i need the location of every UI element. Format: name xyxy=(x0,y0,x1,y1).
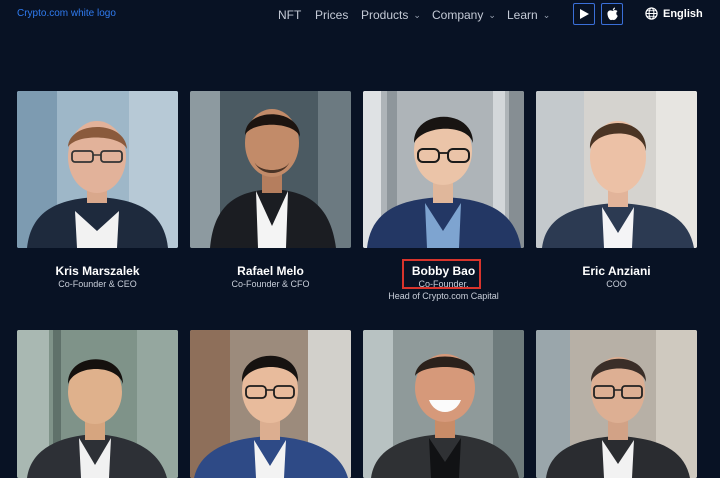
portrait-photo xyxy=(17,330,178,478)
nav-learn-label: Learn xyxy=(507,8,538,22)
portrait-photo xyxy=(190,91,351,248)
globe-icon xyxy=(645,7,658,20)
chevron-down-icon: ⌄ xyxy=(413,9,421,20)
portrait-photo xyxy=(536,91,697,248)
nav-products-label: Products xyxy=(361,8,409,22)
portrait-photo xyxy=(536,330,697,478)
nav-company-label: Company xyxy=(432,8,484,22)
portrait-photo xyxy=(363,91,524,248)
portrait-photo xyxy=(363,330,524,478)
member-name: Rafael Melo xyxy=(237,264,304,278)
nav-prices-label: Prices xyxy=(315,8,349,22)
google-play-button[interactable] xyxy=(573,3,595,25)
nav-prices[interactable]: Prices xyxy=(315,7,348,23)
apple-icon xyxy=(606,7,618,21)
language-label: English xyxy=(663,7,703,20)
portrait-photo xyxy=(190,330,351,478)
nav-nft[interactable]: NFT xyxy=(278,7,301,23)
member-role: Co-Founder & CFO xyxy=(231,279,310,289)
member-role-line-2: Head of Crypto.com Capital xyxy=(388,291,499,301)
member-name: Kris Marszalek xyxy=(55,264,140,278)
nav-company[interactable]: Company ⌄ xyxy=(432,7,496,23)
chevron-down-icon: ⌄ xyxy=(542,9,551,20)
member-role: COO xyxy=(606,279,627,289)
nav-learn[interactable]: Learn ⌄ xyxy=(507,7,550,23)
top-navigation-bar: Crypto.com white logo NFT Prices Product… xyxy=(0,0,720,30)
crypto-com-logo[interactable]: Crypto.com white logo xyxy=(17,8,116,19)
nav-nft-label: NFT xyxy=(278,8,302,22)
app-store-button[interactable] xyxy=(601,3,623,25)
highlight-box xyxy=(402,259,481,289)
member-name: Eric Anziani xyxy=(582,264,651,278)
portrait-photo xyxy=(17,91,178,248)
play-store-icon xyxy=(580,9,589,19)
language-selector[interactable]: English xyxy=(645,7,703,20)
member-role: Co-Founder & CEO xyxy=(58,279,137,289)
nav-products[interactable]: Products ⌄ xyxy=(361,7,421,23)
chevron-down-icon: ⌄ xyxy=(488,9,496,20)
